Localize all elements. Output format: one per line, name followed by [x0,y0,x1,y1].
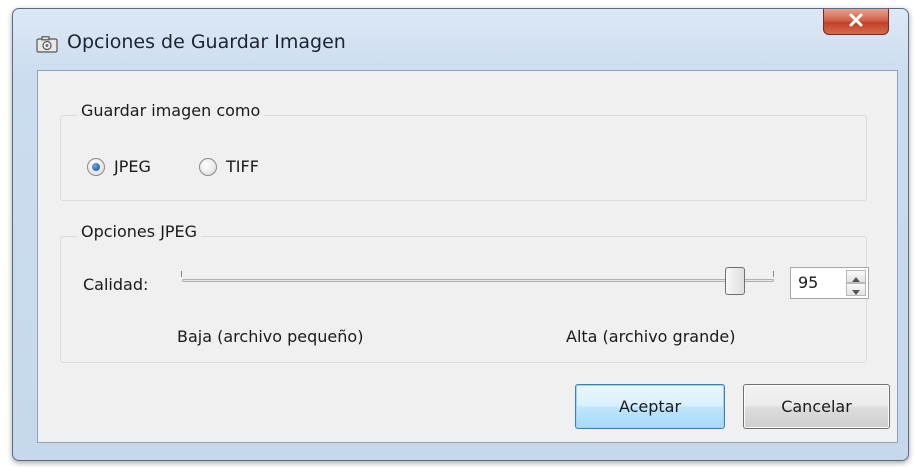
slider-tick-min [181,271,182,277]
quality-slider-thumb[interactable] [725,267,745,295]
quality-slider-track[interactable] [182,279,774,282]
quality-high-label: Alta (archivo grande) [566,327,736,346]
close-button[interactable] [823,9,889,35]
dialog-content: Guardar imagen como JPEG TIFF Opciones J… [37,70,898,443]
quality-spinbox[interactable]: 95 [790,267,869,299]
radio-tiff[interactable]: TIFF [199,157,259,176]
close-icon [848,12,864,31]
quality-value[interactable]: 95 [798,273,818,292]
chevron-down-icon [852,280,860,299]
save-as-group-title: Guardar imagen como [77,101,265,120]
radio-tiff-indicator[interactable] [199,157,217,176]
ok-button[interactable]: Aceptar [575,384,725,429]
radio-jpeg[interactable]: JPEG [87,157,151,176]
window-title: Opciones de Guardar Imagen [67,31,346,53]
radio-selected-dot [92,162,100,171]
jpeg-options-group-title: Opciones JPEG [77,222,202,241]
radio-jpeg-label[interactable]: JPEG [114,157,151,176]
slider-tick-max [773,271,774,277]
quality-low-label: Baja (archivo pequeño) [177,327,364,346]
radio-jpeg-indicator[interactable] [87,157,105,176]
camera-icon [36,36,58,53]
quality-spin-buttons [846,270,866,296]
save-as-group [60,115,867,201]
radio-tiff-label[interactable]: TIFF [226,157,259,176]
quality-label: Calidad: [83,275,149,294]
spin-down-button[interactable] [846,283,866,296]
title-bar[interactable]: Opciones de Guardar Imagen [13,9,908,67]
dialog-window: Opciones de Guardar Imagen Guardar image… [12,8,909,461]
cancel-button[interactable]: Cancelar [743,384,890,429]
